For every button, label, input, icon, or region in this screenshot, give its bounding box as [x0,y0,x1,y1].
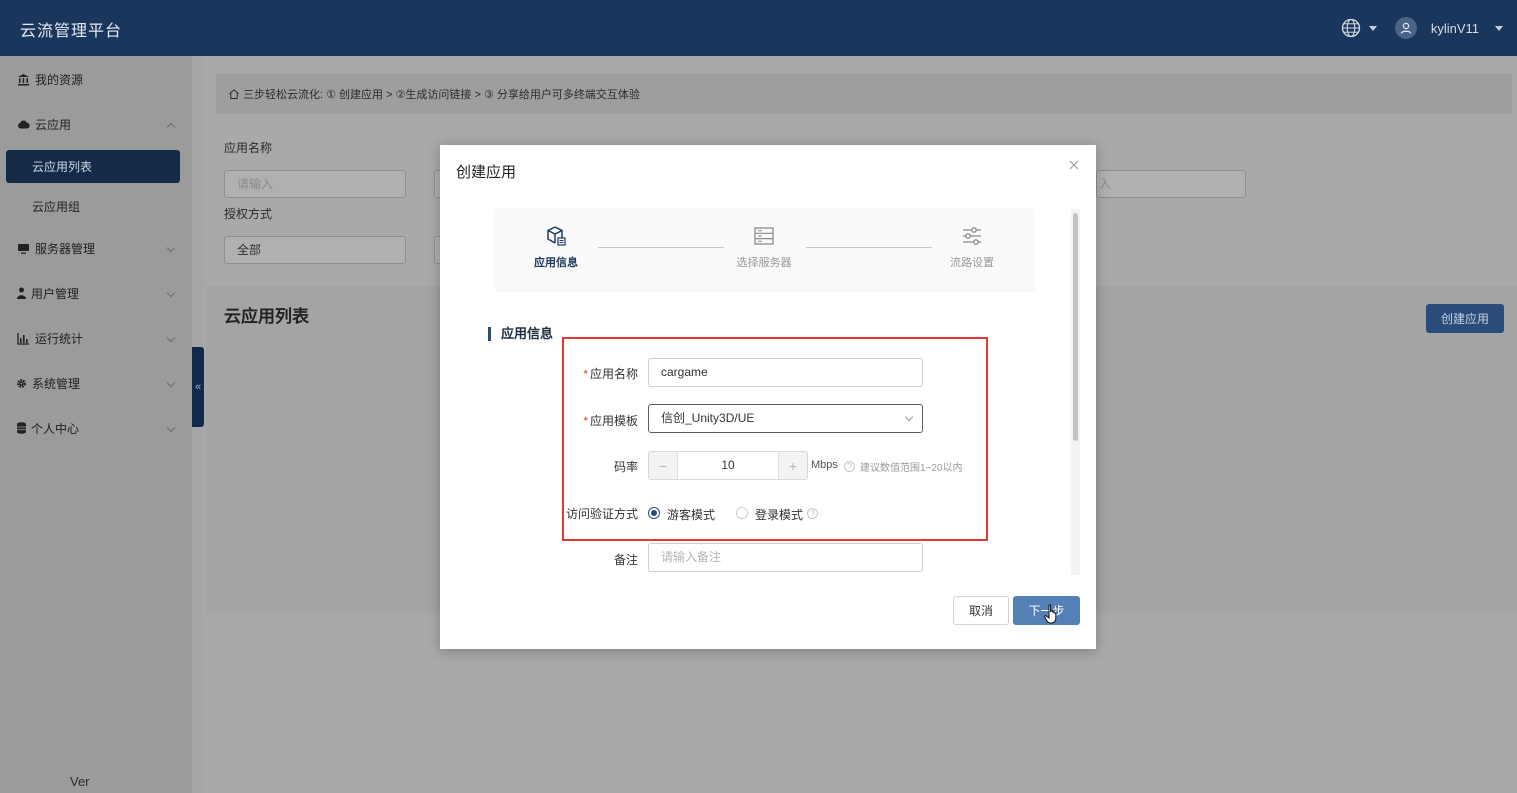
filter-remark-input[interactable]: 入 [1096,170,1246,198]
user-avatar-icon[interactable] [1394,17,1417,39]
sidebar-item-label: 云应用列表 [32,160,93,174]
chevron-up-icon [166,122,176,132]
step-app-info: 应用信息 [516,225,596,270]
sidebar-item-cloud-app-group[interactable]: 云应用组 [0,184,192,228]
remark-input[interactable]: 请输入备注 [648,543,923,572]
create-app-dialog: 创建应用 应用信息 选择服务器 流路设置 应用信息 * 应用名称 cargame… [440,145,1096,649]
step-label: 选择服务器 [736,257,792,269]
user-icon [16,286,26,300]
step-label: 应用信息 [534,257,578,269]
sidebar-item-run-statistics[interactable]: 运行统计 [0,316,192,360]
chevron-down-icon [166,288,176,298]
sidebar-item-label: 云应用 [35,117,72,132]
chevron-down-icon [166,333,176,343]
highlight-annotation-box [562,337,988,541]
app-title: 云流管理平台 [20,23,123,40]
filter-auth-select[interactable]: 全部 [224,236,406,264]
sidebar: 我的资源 云应用 云应用列表 云应用组 服务器管理 用户管理 运行统计 系统管理… [0,56,192,793]
step-indicator: 应用信息 选择服务器 流路设置 [496,209,1033,289]
page-title: 云应用列表 [224,307,309,326]
bank-icon [16,72,30,86]
user-menu-chevron-down-icon[interactable] [1495,25,1503,31]
filter-app-name-input[interactable]: 请输入 [224,170,406,198]
database-icon [16,421,26,435]
monitor-icon [16,241,30,255]
step-connector [598,247,724,248]
sidebar-item-personal-center[interactable]: 个人中心 [0,406,192,450]
cube-icon [547,226,566,246]
sidebar-collapse-toggle[interactable]: « [192,347,204,427]
hand-cursor-icon [1044,604,1057,624]
sidebar-item-server-management[interactable]: 服务器管理 [0,226,192,270]
chevron-down-icon [166,423,176,433]
version-label: Ver [70,774,90,789]
home-icon [229,89,239,99]
sidebar-item-label: 云应用组 [32,199,81,214]
sidebar-item-label: 个人中心 [31,421,80,436]
close-icon[interactable] [1068,159,1080,171]
header-actions: kylinV11 [1341,15,1503,41]
filter-app-name-label: 应用名称 [224,141,273,155]
filter-remark-placeholder: 入 [1099,177,1112,191]
sidebar-item-label: 我的资源 [35,72,84,87]
breadcrumb-text: 三步轻松云流化: ① 创建应用 > ②生成访问链接 > ③ 分享给用户可多终端交… [243,89,640,101]
user-silhouette-icon [1400,22,1412,34]
username[interactable]: kylinV11 [1431,21,1479,36]
sidebar-item-my-resources[interactable]: 我的资源 [0,57,192,101]
sidebar-item-label: 用户管理 [31,286,80,301]
language-chevron-down-icon[interactable] [1368,25,1377,31]
sliders-icon [963,227,981,245]
sidebar-item-label: 服务器管理 [35,241,96,256]
sidebar-item-cloud-apps[interactable]: 云应用 [0,102,192,146]
create-app-button[interactable]: 创建应用 [1426,304,1504,333]
step-label: 流路设置 [950,257,994,269]
section-title: 应用信息 [488,327,553,341]
dialog-title: 创建应用 [456,164,517,181]
sidebar-item-label: 系统管理 [32,376,81,391]
step-connector [806,247,932,248]
step-select-server: 选择服务器 [724,225,804,270]
chevron-down-icon [166,243,176,253]
sidebar-item-label: 运行统计 [35,331,84,346]
dialog-body: 应用信息 选择服务器 流路设置 应用信息 * 应用名称 cargame * 应用… [440,197,1096,577]
step-stream-settings: 流路设置 [932,225,1012,270]
breadcrumb: 三步轻松云流化: ① 创建应用 > ②生成访问链接 > ③ 分享给用户可多终端交… [216,74,1512,114]
sidebar-item-cloud-app-list[interactable]: 云应用列表 [6,150,180,183]
gear-icon [16,376,27,390]
remark-label: 备注 [613,553,638,567]
chevron-down-icon [166,378,176,388]
cloud-icon [16,117,30,131]
sidebar-item-user-management[interactable]: 用户管理 [0,271,192,315]
bar-chart-icon [16,331,30,345]
server-icon [754,227,774,245]
top-header: 云流管理平台 kylinV11 [0,0,1517,56]
cancel-button[interactable]: 取消 [953,596,1009,625]
filter-auth-label: 授权方式 [224,207,273,221]
globe-icon[interactable] [1341,18,1361,38]
sidebar-item-system-management[interactable]: 系统管理 [0,361,192,405]
